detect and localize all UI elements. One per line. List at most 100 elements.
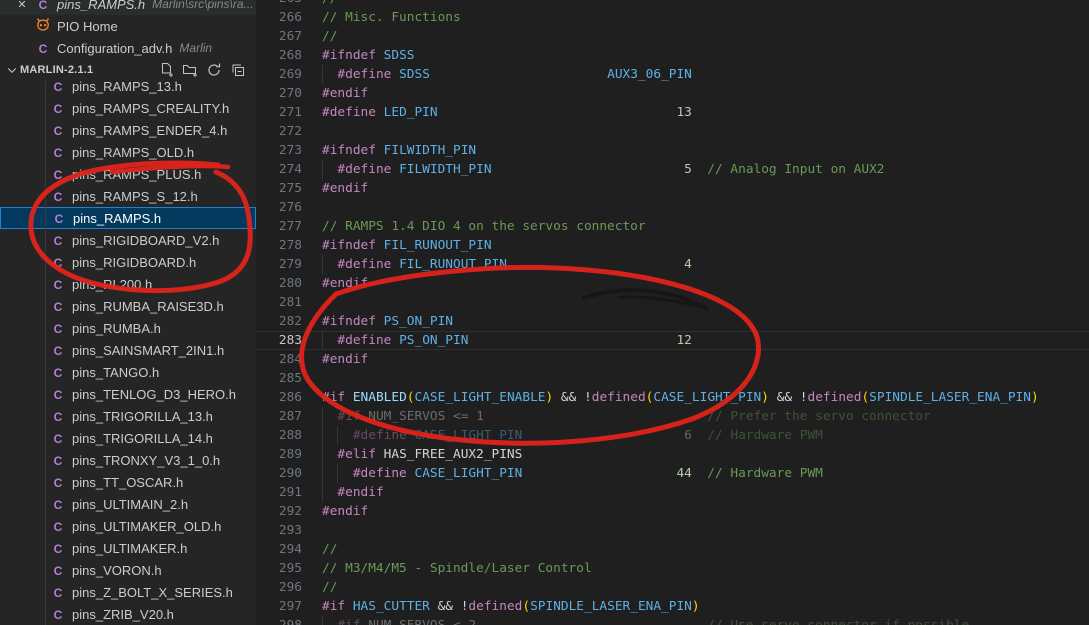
code-line[interactable]: 291 #endif: [256, 483, 1089, 502]
line-number[interactable]: 296: [256, 578, 302, 597]
tree-item[interactable]: Cpins_TENLOG_D3_HERO.h: [0, 383, 256, 405]
line-number[interactable]: 273: [256, 141, 302, 160]
tree-item[interactable]: Cpins_RL200.h: [0, 273, 256, 295]
code-line[interactable]: 272: [256, 122, 1089, 141]
code-line[interactable]: 267//: [256, 27, 1089, 46]
line-number[interactable]: 285: [256, 369, 302, 388]
line-number[interactable]: 270: [256, 84, 302, 103]
code-line[interactable]: 294//: [256, 540, 1089, 559]
code-line[interactable]: 287 #if NUM_SERVOS <= 1 // Prefer the se…: [256, 407, 1089, 426]
line-number[interactable]: 271: [256, 103, 302, 122]
line-number[interactable]: 275: [256, 179, 302, 198]
c-header-file-icon: C: [54, 146, 63, 160]
code-line[interactable]: 280#endif: [256, 274, 1089, 293]
line-number[interactable]: 295: [256, 559, 302, 578]
line-number[interactable]: 290: [256, 464, 302, 483]
code-editor[interactable]: 265//266// Misc. Functions267//268#ifnde…: [256, 0, 1089, 625]
line-number[interactable]: 276: [256, 198, 302, 217]
tree-item[interactable]: Cpins_ULTIMAIN_2.h: [0, 493, 256, 515]
file-tree: Cpins_RAMPS_13.hCpins_RAMPS_CREALITY.hCp…: [0, 0, 256, 625]
code-line[interactable]: 270#endif: [256, 84, 1089, 103]
code-line[interactable]: 276: [256, 198, 1089, 217]
line-number[interactable]: 291: [256, 483, 302, 502]
code-line[interactable]: 273#ifndef FILWIDTH_PIN: [256, 141, 1089, 160]
code-line[interactable]: 265//: [256, 0, 1089, 8]
tree-item[interactable]: Cpins_Z_BOLT_X_SERIES.h: [0, 581, 256, 603]
tree-item[interactable]: Cpins_ULTIMAKER.h: [0, 537, 256, 559]
tree-item[interactable]: Cpins_RAMPS_OLD.h: [0, 141, 256, 163]
code-line[interactable]: 281: [256, 293, 1089, 312]
line-number[interactable]: 274: [256, 160, 302, 179]
c-header-file-icon: C: [50, 145, 66, 160]
line-number[interactable]: 266: [256, 8, 302, 27]
tree-item[interactable]: Cpins_RAMPS.h: [0, 207, 256, 229]
code-line[interactable]: 275#endif: [256, 179, 1089, 198]
line-number[interactable]: 283: [256, 331, 302, 350]
code-line[interactable]: 277// RAMPS 1.4 DIO 4 on the servos conn…: [256, 217, 1089, 236]
tree-item[interactable]: Cpins_TRIGORILLA_13.h: [0, 405, 256, 427]
tree-item[interactable]: Cpins_TRONXY_V3_1_0.h: [0, 449, 256, 471]
line-number[interactable]: 294: [256, 540, 302, 559]
code-line[interactable]: 289 #elif HAS_FREE_AUX2_PINS: [256, 445, 1089, 464]
line-number[interactable]: 292: [256, 502, 302, 521]
code-line[interactable]: 297#if HAS_CUTTER && !defined(SPINDLE_LA…: [256, 597, 1089, 616]
tree-item[interactable]: Cpins_ULTIMAKER_OLD.h: [0, 515, 256, 537]
line-number[interactable]: 282: [256, 312, 302, 331]
code-line[interactable]: 292#endif: [256, 502, 1089, 521]
line-number[interactable]: 278: [256, 236, 302, 255]
code-line[interactable]: 288 #define CASE_LIGHT_PIN 6 // Hardware…: [256, 426, 1089, 445]
tree-item[interactable]: Cpins_RIGIDBOARD_V2.h: [0, 229, 256, 251]
code-line[interactable]: 285: [256, 369, 1089, 388]
tree-item[interactable]: Cpins_RAMPS_PLUS.h: [0, 163, 256, 185]
code-line[interactable]: 290 #define CASE_LIGHT_PIN 44 // Hardwar…: [256, 464, 1089, 483]
tree-item[interactable]: Cpins_TT_OSCAR.h: [0, 471, 256, 493]
line-number[interactable]: 288: [256, 426, 302, 445]
code-line[interactable]: 284#endif: [256, 350, 1089, 369]
tree-item-label: pins_RAMPS_S_12.h: [72, 189, 198, 204]
line-number[interactable]: 265: [256, 0, 302, 8]
code-line[interactable]: 274 #define FILWIDTH_PIN 5 // Analog Inp…: [256, 160, 1089, 179]
line-number[interactable]: 272: [256, 122, 302, 141]
code-token: #endif: [337, 485, 383, 500]
line-number[interactable]: 267: [256, 27, 302, 46]
tree-item[interactable]: Cpins_RUMBA_RAISE3D.h: [0, 295, 256, 317]
tree-item[interactable]: Cpins_RAMPS_ENDER_4.h: [0, 119, 256, 141]
tree-item[interactable]: Cpins_SAINSMART_2IN1.h: [0, 339, 256, 361]
line-number[interactable]: 269: [256, 65, 302, 84]
tree-item[interactable]: Cpins_VORON.h: [0, 559, 256, 581]
line-number[interactable]: 281: [256, 293, 302, 312]
tree-item[interactable]: Cpins_RIGIDBOARD.h: [0, 251, 256, 273]
code-line[interactable]: 293: [256, 521, 1089, 540]
code-line[interactable]: 286#if ENABLED(CASE_LIGHT_ENABLE) && !de…: [256, 388, 1089, 407]
line-number[interactable]: 286: [256, 388, 302, 407]
line-number[interactable]: 289: [256, 445, 302, 464]
code-line[interactable]: 271#define LED_PIN 13: [256, 103, 1089, 122]
code-line-content: #define SDSS AUX3_06_PIN: [322, 65, 692, 84]
tree-item[interactable]: Cpins_RAMPS_13.h: [0, 75, 256, 97]
code-line[interactable]: 296//: [256, 578, 1089, 597]
line-number[interactable]: 268: [256, 46, 302, 65]
code-line[interactable]: 278#ifndef FIL_RUNOUT_PIN: [256, 236, 1089, 255]
line-number[interactable]: 280: [256, 274, 302, 293]
code-line[interactable]: 283 #define PS_ON_PIN 12: [256, 331, 1089, 350]
tree-item[interactable]: Cpins_TANGO.h: [0, 361, 256, 383]
line-number[interactable]: 279: [256, 255, 302, 274]
code-line[interactable]: 298 #if NUM_SERVOS < 2 // Use servo conn…: [256, 616, 1089, 625]
line-number[interactable]: 297: [256, 597, 302, 616]
line-number[interactable]: 287: [256, 407, 302, 426]
tree-item[interactable]: Cpins_RUMBA.h: [0, 317, 256, 339]
code-line[interactable]: 282#ifndef PS_ON_PIN: [256, 312, 1089, 331]
tree-item[interactable]: Cpins_TRIGORILLA_14.h: [0, 427, 256, 449]
code-line[interactable]: 269 #define SDSS AUX3_06_PIN: [256, 65, 1089, 84]
line-number[interactable]: 284: [256, 350, 302, 369]
code-line[interactable]: 268#ifndef SDSS: [256, 46, 1089, 65]
tree-item[interactable]: Cpins_RAMPS_S_12.h: [0, 185, 256, 207]
line-number[interactable]: 277: [256, 217, 302, 236]
line-number[interactable]: 298: [256, 616, 302, 625]
line-number[interactable]: 293: [256, 521, 302, 540]
tree-item[interactable]: Cpins_RAMPS_CREALITY.h: [0, 97, 256, 119]
code-line[interactable]: 295// M3/M4/M5 - Spindle/Laser Control: [256, 559, 1089, 578]
code-line[interactable]: 279 #define FIL_RUNOUT_PIN 4: [256, 255, 1089, 274]
code-line[interactable]: 266// Misc. Functions: [256, 8, 1089, 27]
tree-item[interactable]: Cpins_ZRIB_V20.h: [0, 603, 256, 625]
